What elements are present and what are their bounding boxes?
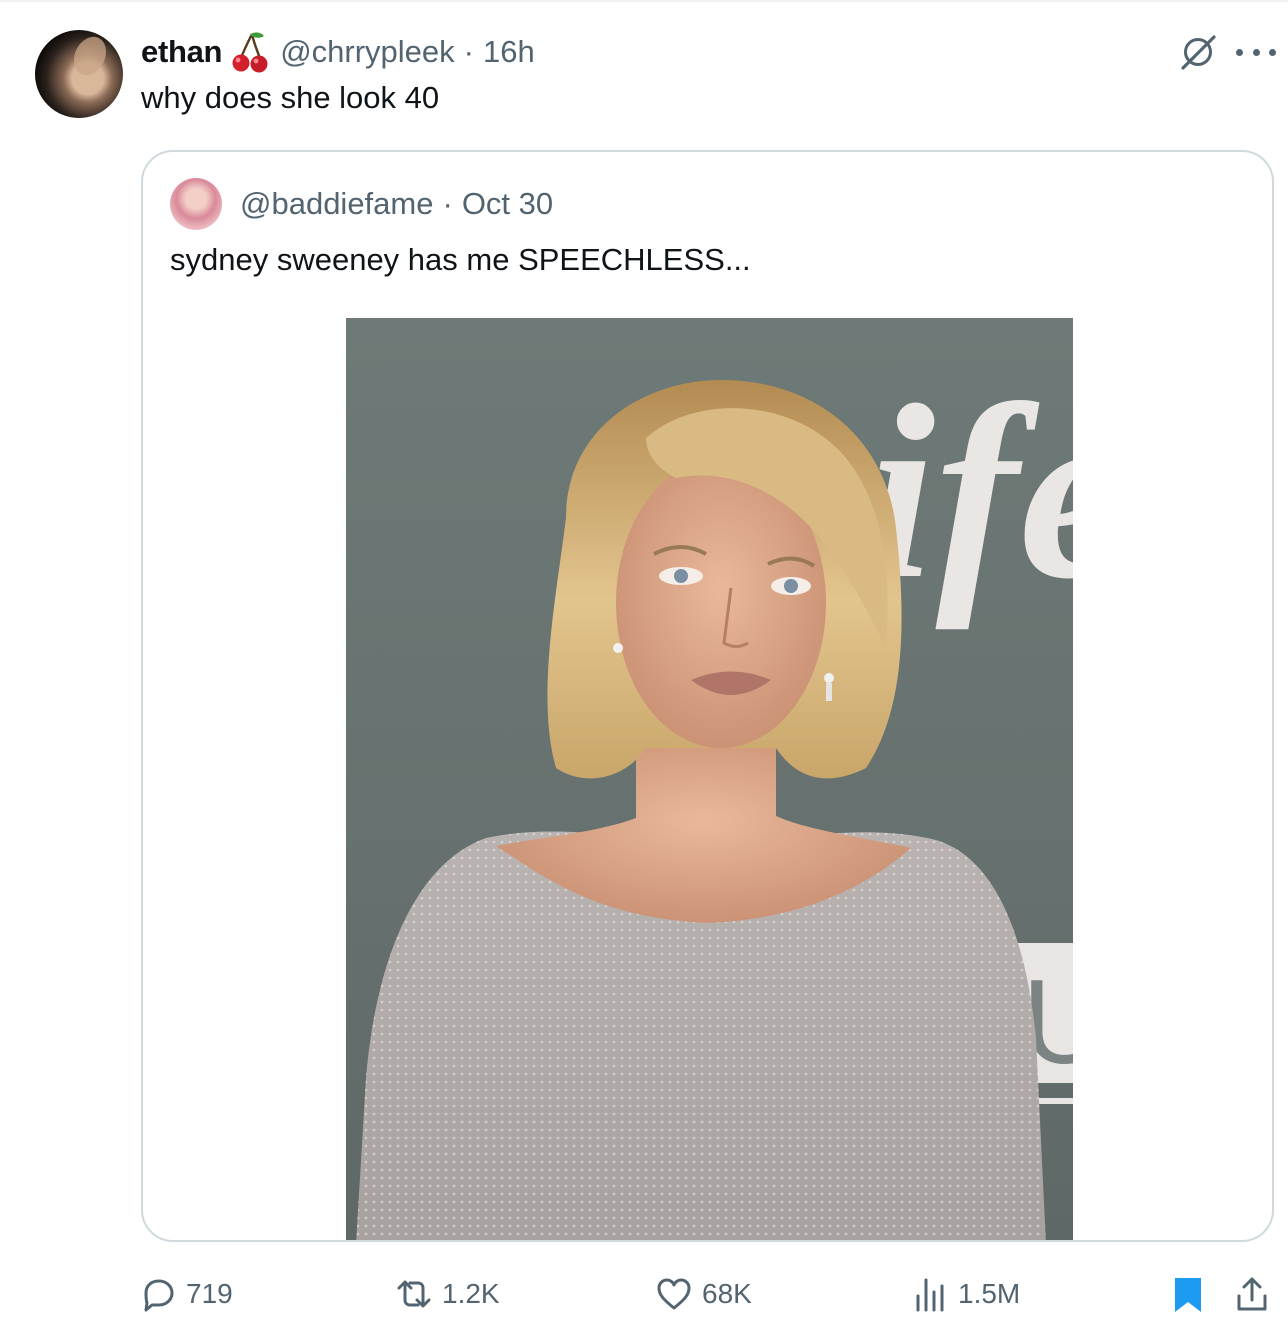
quoted-tweet-header: @baddiefame · Oct 30 [240,182,553,226]
bookmark-icon [1175,1278,1201,1312]
author-handle[interactable]: @chrrypleek [280,34,454,70]
tweet-actions: 719 1.2K 68K 1.5M [0,1266,1288,1322]
tweet-text: why does she look 40 [141,80,440,115]
views-count: 1.5M [958,1278,1021,1309]
author-avatar[interactable] [35,30,123,118]
quoted-tweet-photo[interactable]: ife U [346,318,1073,1240]
reply-icon [144,1279,174,1312]
views-icon [916,1278,944,1312]
quoted-tweet-text: sydney sweeney has me SPEECHLESS... [170,242,751,277]
share-icon [1237,1277,1267,1311]
more-icon[interactable] [1236,38,1276,66]
bookmark-button[interactable] [1168,1266,1208,1322]
quoted-tweet-date[interactable]: Oct 30 [462,186,553,222]
tweet-header: ethan @chrrypleek · 16h [141,30,535,74]
cherry-emoji-icon [230,30,270,74]
retweet-icon [397,1280,431,1308]
tweet-time[interactable]: 16h [483,34,535,70]
share-button[interactable] [1232,1266,1272,1322]
like-icon [657,1278,691,1310]
reply-button[interactable]: 719 [138,1266,233,1322]
reply-count: 719 [186,1278,233,1309]
top-divider [0,0,1288,2]
quoted-separator-dot: · [442,186,453,221]
quoted-author-avatar[interactable] [170,178,222,230]
views-button[interactable]: 1.5M [910,1266,1020,1322]
grok-icon[interactable] [1176,30,1220,74]
separator-dot: · [463,34,474,69]
quoted-tweet[interactable]: @baddiefame · Oct 30 sydney sweeney has … [141,150,1274,1242]
like-count: 68K [702,1278,752,1309]
quoted-author-handle[interactable]: @baddiefame [240,186,433,222]
retweet-count: 1.2K [442,1278,500,1309]
like-button[interactable]: 68K [654,1266,752,1322]
retweet-button[interactable]: 1.2K [394,1266,500,1322]
author-display-name[interactable]: ethan [141,34,222,70]
